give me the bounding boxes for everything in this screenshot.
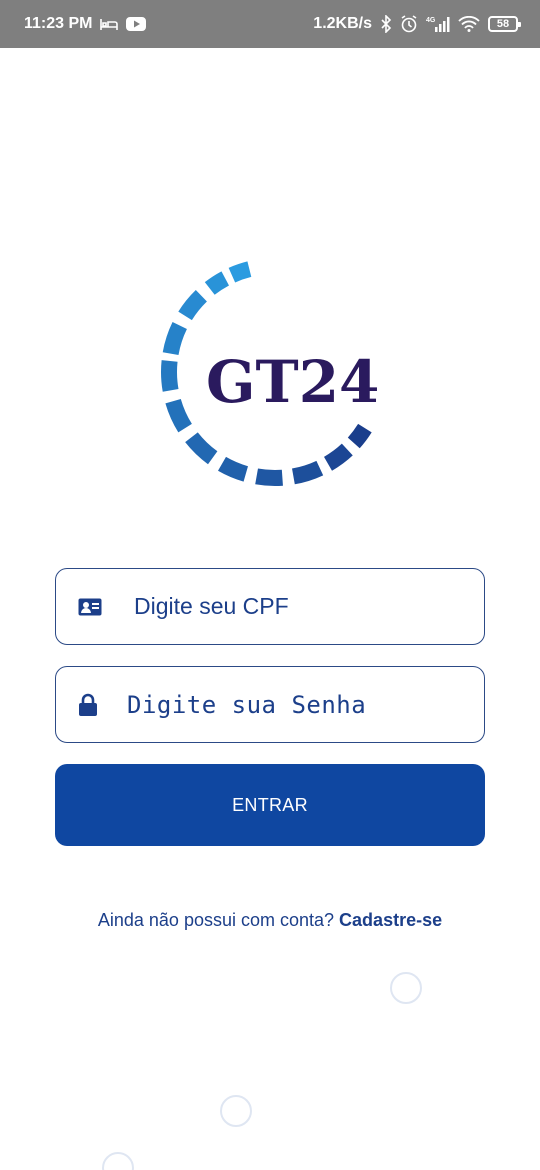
- logo-arc-segment: [324, 443, 353, 471]
- battery-level: 58: [496, 18, 510, 30]
- logo-arc-segment: [162, 322, 187, 355]
- cpf-field[interactable]: Digite seu CPF: [55, 568, 485, 645]
- lock-icon: [78, 693, 98, 717]
- youtube-icon: [126, 17, 147, 31]
- signup-prompt: Ainda não possui com conta? Cadastre-se: [0, 910, 540, 931]
- status-bar-right: 1.2KB/s 4G 58: [313, 15, 521, 33]
- decorative-ring: [390, 972, 422, 1004]
- logo-arc-segment: [178, 289, 207, 321]
- logo-arc-segment: [347, 423, 372, 449]
- id-card-icon: [78, 598, 102, 616]
- logo-arc-segment: [204, 271, 229, 295]
- decorative-ring: [220, 1095, 252, 1127]
- password-placeholder: Digite sua Senha: [127, 690, 367, 719]
- logo-text: GT24: [206, 348, 379, 416]
- decorative-ring: [102, 1152, 134, 1170]
- logo-arc-segment: [255, 468, 283, 486]
- status-bar: 11:23 PM 1.2KB/s 4G 58: [0, 0, 540, 48]
- password-field[interactable]: Digite sua Senha: [55, 666, 485, 743]
- logo-arc-segment: [228, 261, 252, 283]
- cpf-placeholder: Digite seu CPF: [134, 593, 289, 619]
- logo-arc-segment: [161, 360, 179, 392]
- logo-arc-segment: [185, 432, 218, 465]
- network-label: 4G: [426, 17, 436, 24]
- signal-icon: 4G: [426, 15, 450, 33]
- app-logo: GT24: [150, 240, 390, 510]
- status-bar-left: 11:23 PM: [24, 15, 147, 33]
- battery-icon: 58: [488, 16, 521, 32]
- logo-arc-segment: [292, 460, 324, 485]
- logo-arc-segment: [218, 456, 248, 482]
- logo-graphic: GT24: [161, 261, 379, 486]
- status-time: 11:23 PM: [24, 15, 93, 32]
- bluetooth-icon: [380, 15, 392, 33]
- status-speed: 1.2KB/s: [313, 15, 372, 32]
- signup-link[interactable]: Cadastre-se: [339, 910, 442, 930]
- login-button[interactable]: ENTRAR: [55, 764, 485, 846]
- bed-icon: [100, 17, 119, 31]
- wifi-icon: [458, 16, 480, 32]
- signup-text: Ainda não possui com conta?: [97, 910, 335, 930]
- alarm-icon: [400, 15, 418, 33]
- logo-arc-segment: [165, 399, 192, 433]
